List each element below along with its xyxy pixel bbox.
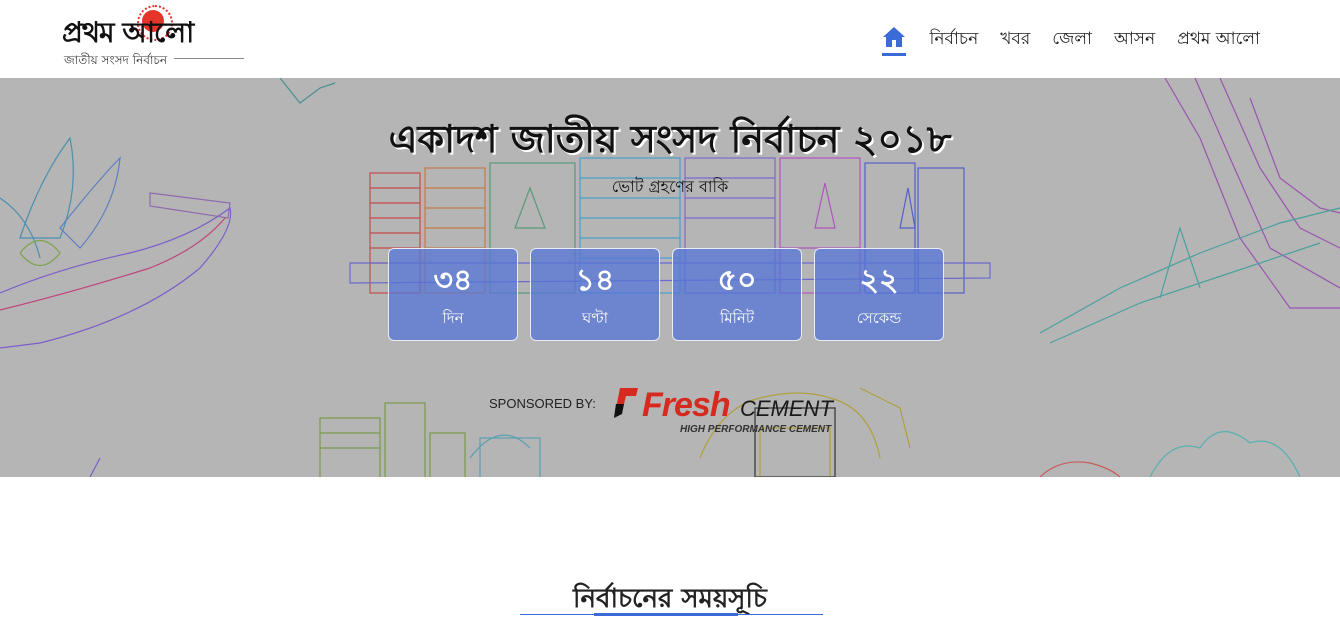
countdown-label: মিনিট: [719, 309, 755, 327]
hero-subtitle: ভোট গ্রহণের বাকি: [611, 177, 729, 196]
nav-item-news[interactable]: খবর: [1000, 22, 1030, 56]
fresh-cement-logo[interactable]: Fresh CEMENT HIGH PERFORMANCE CEMENT: [610, 380, 850, 440]
countdown-value: ৩৪: [433, 263, 473, 298]
countdown-value: ১৪: [575, 263, 615, 298]
site-header: প্রথম আলো জাতীয় সংসদ নির্বাচন নির্বাচন …: [0, 0, 1340, 78]
nav-item-election[interactable]: নির্বাচন: [930, 22, 979, 56]
sponsor-product: CEMENT: [740, 396, 833, 421]
nav-item-seat[interactable]: আসন: [1114, 22, 1155, 56]
home-icon: [882, 27, 905, 47]
countdown-hours: ১৪ ঘণ্টা: [530, 248, 660, 341]
countdown-label: সেকেন্ড: [856, 309, 902, 327]
countdown-days: ৩৪ দিন: [388, 248, 518, 341]
prothom-alo-logo[interactable]: প্রথম আলো জাতীয় সংসদ নির্বাচন: [62, 5, 252, 70]
main-nav: নির্বাচন খবর জেলা আসন প্রথম আলো: [881, 22, 1260, 56]
countdown-hero: একাদশ জাতীয় সংসদ নির্বাচন ২০১৮ ভোট গ্রহ…: [0, 78, 1340, 477]
countdown-label: দিন: [442, 309, 464, 327]
countdown-timer: ৩৪ দিন ১৪ ঘণ্টা ৫০ মিনিট ২২ সেকেন্ড: [388, 248, 944, 341]
sponsor-tagline: HIGH PERFORMANCE CEMENT: [680, 424, 832, 435]
countdown-label: ঘণ্টা: [581, 309, 609, 327]
countdown-minutes: ৫০ মিনিট: [672, 248, 802, 341]
hero-title: একাদশ জাতীয় সংসদ নির্বাচন ২০১৮: [388, 116, 952, 161]
countdown-value: ৫০: [717, 263, 757, 298]
heading-underline-accent: [594, 613, 738, 616]
sponsor-name: Fresh: [642, 386, 731, 424]
countdown-seconds: ২২ সেকেন্ড: [814, 248, 944, 341]
logo-subtitle: জাতীয় সংসদ নির্বাচন: [64, 53, 168, 67]
nav-item-district[interactable]: জেলা: [1052, 22, 1092, 56]
nav-home[interactable]: [881, 22, 908, 56]
nav-home-underline: [881, 53, 906, 56]
nav-item-prothom-alo[interactable]: প্রথম আলো: [1177, 22, 1260, 56]
logo-title: প্রথম আলো: [62, 16, 194, 49]
sponsor-label: SPONSORED BY:: [489, 396, 596, 411]
fresh-logo-icon: [614, 388, 638, 418]
countdown-value: ২২: [859, 263, 899, 298]
logo-divider: [174, 58, 244, 59]
